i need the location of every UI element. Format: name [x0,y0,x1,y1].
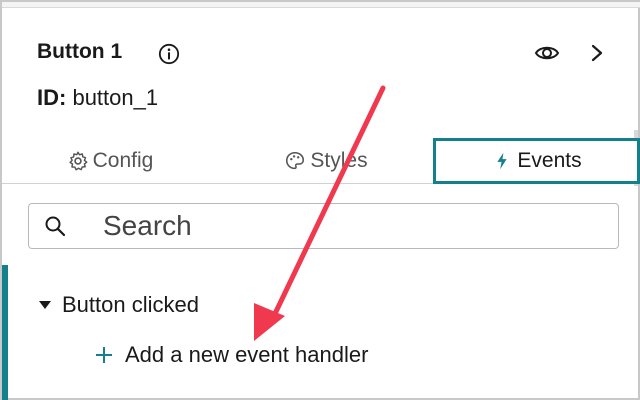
info-icon[interactable] [158,43,180,65]
id-value: button_1 [72,85,159,110]
add-event-handler-label: Add a new event handler [125,342,369,367]
event-group-label: Button clicked [62,292,199,317]
lightning-icon [497,152,507,170]
tab-config-label: Config [92,149,154,172]
tab-events[interactable]: Events [433,138,640,184]
add-event-handler-button[interactable]: Add a new event handler [95,342,368,368]
event-group-button-clicked[interactable]: Button clicked [38,292,199,318]
inspector-panel: Button 1 ID: button_1 Config Styles Even… [0,0,640,400]
tab-styles[interactable]: Styles [218,138,434,184]
panel-top-border [2,2,640,8]
tab-styles-label: Styles [310,149,368,172]
component-id: ID: button_1 [37,85,158,111]
eye-icon[interactable] [534,42,560,64]
tab-events-label: Events [517,149,582,172]
gear-icon [69,151,88,171]
tab-config[interactable]: Config [2,138,218,184]
caret-down-icon [39,301,51,309]
tab-bar: Config Styles Events [2,138,640,184]
id-key: ID: [37,85,67,110]
palette-icon [286,151,305,170]
search-icon [45,216,66,237]
component-title: Button 1 [37,40,123,63]
selected-section-accent [2,265,8,400]
chevron-right-icon[interactable] [588,43,606,63]
search-field[interactable] [28,203,619,249]
plus-icon [96,347,112,363]
search-input[interactable] [103,210,583,242]
